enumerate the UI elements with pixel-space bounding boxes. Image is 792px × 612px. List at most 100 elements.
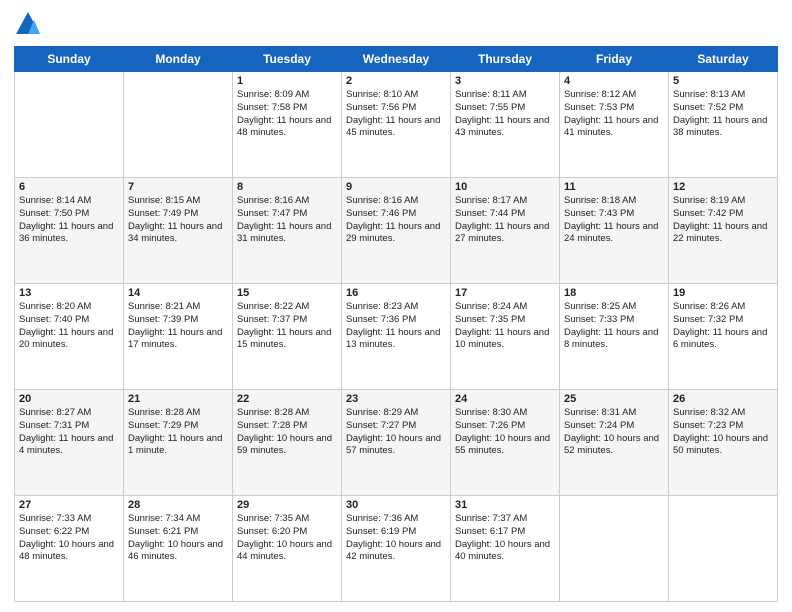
day-number: 23 [346,393,446,405]
cell-info-line: Sunrise: 7:33 AM [19,513,119,526]
cell-info-line: Daylight: 11 hours and 48 minutes. [237,115,337,141]
calendar-cell: 5Sunrise: 8:13 AMSunset: 7:52 PMDaylight… [669,72,778,178]
day-number: 18 [564,287,664,299]
cell-info-line: Sunrise: 8:27 AM [19,407,119,420]
page: SundayMondayTuesdayWednesdayThursdayFrid… [0,0,792,612]
cell-info-line: Daylight: 10 hours and 46 minutes. [128,539,228,565]
cell-info-line: Sunrise: 8:26 AM [673,301,773,314]
day-number: 20 [19,393,119,405]
calendar-cell: 11Sunrise: 8:18 AMSunset: 7:43 PMDayligh… [560,178,669,284]
cell-info-line: Sunrise: 8:10 AM [346,89,446,102]
day-number: 14 [128,287,228,299]
day-header-tuesday: Tuesday [233,47,342,72]
cell-info-line: Sunrise: 8:12 AM [564,89,664,102]
cell-info-line: Daylight: 10 hours and 59 minutes. [237,433,337,459]
day-number: 21 [128,393,228,405]
cell-info-line: Sunrise: 8:30 AM [455,407,555,420]
cell-info-line: Sunrise: 8:22 AM [237,301,337,314]
cell-info-line: Daylight: 11 hours and 13 minutes. [346,327,446,353]
calendar-cell: 19Sunrise: 8:26 AMSunset: 7:32 PMDayligh… [669,284,778,390]
cell-info-line: Daylight: 11 hours and 38 minutes. [673,115,773,141]
calendar-cell: 20Sunrise: 8:27 AMSunset: 7:31 PMDayligh… [15,390,124,496]
day-number: 22 [237,393,337,405]
cell-info-line: Daylight: 10 hours and 48 minutes. [19,539,119,565]
cell-info-line: Sunset: 6:22 PM [19,526,119,539]
cell-info-line: Daylight: 11 hours and 8 minutes. [564,327,664,353]
day-number: 3 [455,75,555,87]
cell-info-line: Daylight: 11 hours and 15 minutes. [237,327,337,353]
calendar-cell: 27 Sunrise: 7:33 AMSunset: 6:22 PMDayligh… [15,496,124,602]
cell-info-line: Sunset: 7:33 PM [564,314,664,327]
cell-info-line: Sunset: 7:50 PM [19,208,119,221]
day-header-friday: Friday [560,47,669,72]
cell-info-line: Sunset: 7:28 PM [237,420,337,433]
cell-info-line: Daylight: 11 hours and 6 minutes. [673,327,773,353]
calendar-cell: 7Sunrise: 8:15 AMSunset: 7:49 PMDaylight… [124,178,233,284]
cell-info-line: Sunset: 7:53 PM [564,102,664,115]
cell-info-line: Daylight: 11 hours and 24 minutes. [564,221,664,247]
cell-info-line: Sunset: 7:44 PM [455,208,555,221]
cell-info-line: Sunrise: 8:14 AM [19,195,119,208]
cell-info-line: Sunrise: 7:34 AM [128,513,228,526]
cell-info-line: Sunrise: 8:20 AM [19,301,119,314]
cell-info-line: Sunset: 7:35 PM [455,314,555,327]
day-number: 6 [19,181,119,193]
calendar-cell: 4Sunrise: 8:12 AMSunset: 7:53 PMDaylight… [560,72,669,178]
day-number: 16 [346,287,446,299]
day-number: 5 [673,75,773,87]
cell-info-line: Sunset: 7:46 PM [346,208,446,221]
day-number: 26 [673,393,773,405]
cell-info-line: Daylight: 11 hours and 17 minutes. [128,327,228,353]
day-number: 29 [237,499,337,511]
day-number: 25 [564,393,664,405]
header [14,10,778,38]
cell-info-line: Sunrise: 8:09 AM [237,89,337,102]
cell-info-line: Sunset: 7:52 PM [673,102,773,115]
calendar-cell: 13Sunrise: 8:20 AMSunset: 7:40 PMDayligh… [15,284,124,390]
cell-info-line: Sunrise: 8:24 AM [455,301,555,314]
cell-info-line: Sunrise: 8:18 AM [564,195,664,208]
day-header-saturday: Saturday [669,47,778,72]
calendar-cell: 16Sunrise: 8:23 AMSunset: 7:36 PMDayligh… [342,284,451,390]
calendar-cell: 9Sunrise: 8:16 AMSunset: 7:46 PMDaylight… [342,178,451,284]
day-number: 31 [455,499,555,511]
cell-info-line: Sunset: 6:21 PM [128,526,228,539]
calendar-table: SundayMondayTuesdayWednesdayThursdayFrid… [14,46,778,602]
calendar-cell: 29Sunrise: 7:35 AMSunset: 6:20 PMDayligh… [233,496,342,602]
cell-info-line: Sunset: 7:29 PM [128,420,228,433]
cell-info-line: Sunrise: 8:19 AM [673,195,773,208]
cell-info-line: Daylight: 11 hours and 4 minutes. [19,433,119,459]
cell-info-line: Sunrise: 8:15 AM [128,195,228,208]
day-header-wednesday: Wednesday [342,47,451,72]
calendar-cell [124,72,233,178]
day-number: 27 [19,499,119,511]
cell-info-line: Sunset: 7:36 PM [346,314,446,327]
calendar-cell: 24Sunrise: 8:30 AMSunset: 7:26 PMDayligh… [451,390,560,496]
cell-info-line: Sunset: 7:23 PM [673,420,773,433]
cell-info-line: Sunrise: 8:28 AM [128,407,228,420]
cell-info-line: Sunset: 7:32 PM [673,314,773,327]
day-number: 24 [455,393,555,405]
day-number: 17 [455,287,555,299]
day-number: 28 [128,499,228,511]
cell-info-line: Sunrise: 8:28 AM [237,407,337,420]
calendar-cell [15,72,124,178]
cell-info-line: Daylight: 10 hours and 55 minutes. [455,433,555,459]
cell-info-line: Sunset: 7:55 PM [455,102,555,115]
logo-icon [14,10,42,38]
cell-info-line: Daylight: 11 hours and 20 minutes. [19,327,119,353]
cell-info-line: Sunrise: 8:29 AM [346,407,446,420]
cell-info-line: Daylight: 10 hours and 44 minutes. [237,539,337,565]
calendar-cell: 10Sunrise: 8:17 AMSunset: 7:44 PMDayligh… [451,178,560,284]
day-number: 30 [346,499,446,511]
day-number: 11 [564,181,664,193]
calendar-cell: 17 Sunrise: 8:24 AMSunset: 7:35 PMDayligh… [451,284,560,390]
cell-info-line: Daylight: 11 hours and 10 minutes. [455,327,555,353]
day-number: 13 [19,287,119,299]
cell-info-line: Daylight: 11 hours and 22 minutes. [673,221,773,247]
calendar-cell: 26Sunrise: 8:32 AMSunset: 7:23 PMDayligh… [669,390,778,496]
calendar-cell: 15Sunrise: 8:22 AMSunset: 7:37 PMDayligh… [233,284,342,390]
day-number: 10 [455,181,555,193]
cell-info-line: Sunrise: 7:37 AM [455,513,555,526]
cell-info-line: Daylight: 11 hours and 31 minutes. [237,221,337,247]
